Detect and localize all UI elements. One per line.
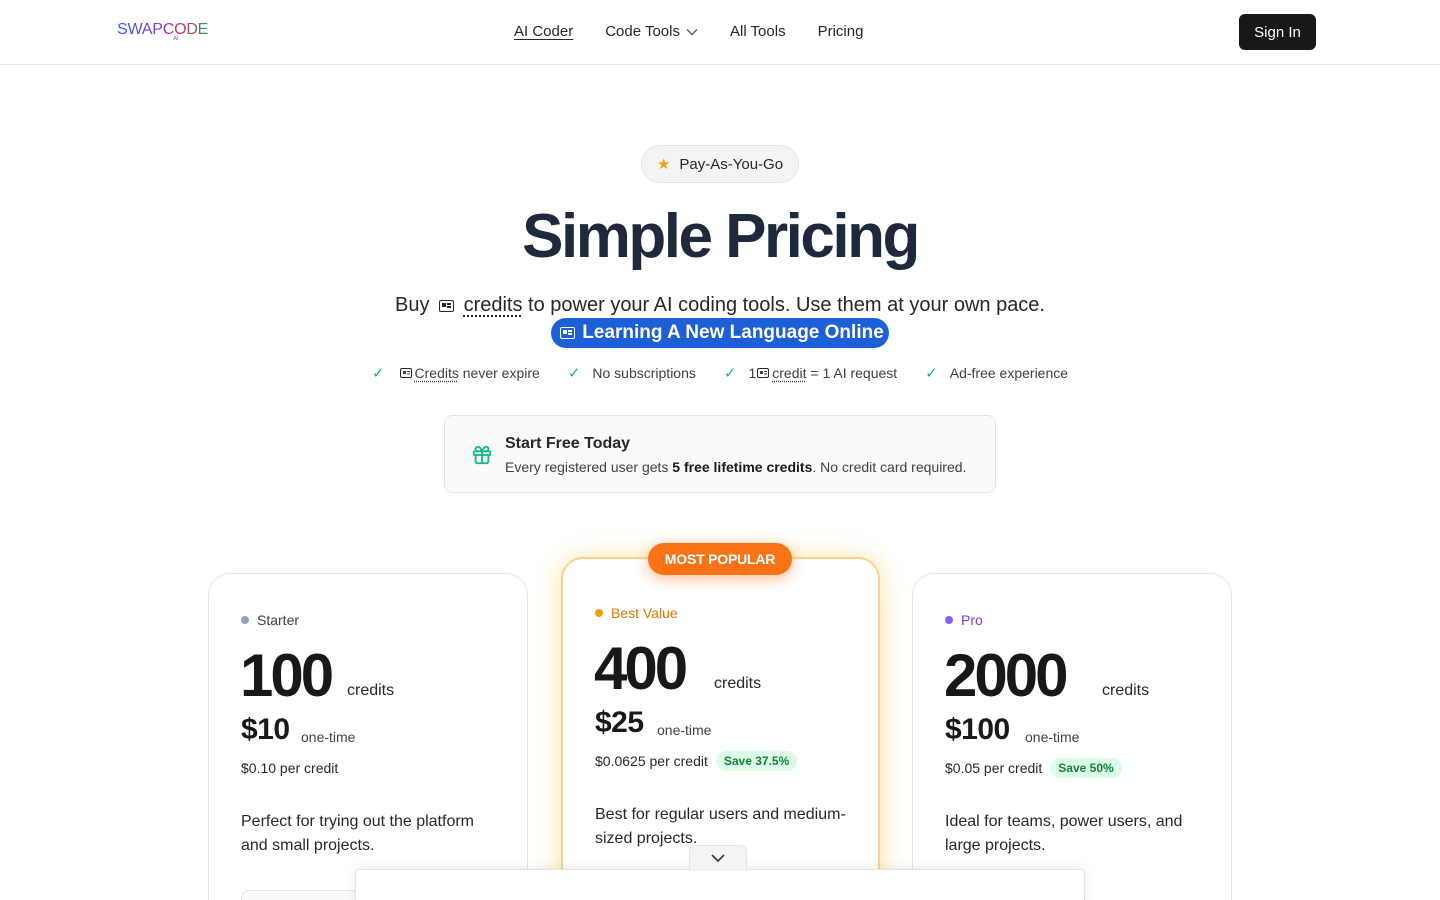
tier-dot [241, 616, 249, 624]
subtitle-rest: to power your AI coding tools. Use them … [528, 294, 1045, 316]
plan-credits-unit: credits [714, 675, 762, 692]
credit-ticket-icon [560, 327, 576, 339]
per-credit-text: $0.0625 per credit [595, 753, 708, 769]
page-title: Simple Pricing [522, 202, 920, 271]
star-icon: ★ [656, 156, 671, 173]
plan-description: Best for regular users and medium-sized … [595, 806, 846, 847]
plan-per-credit: $0.05 per credit Save 50% [945, 758, 1122, 778]
tier-dot [595, 609, 603, 617]
feature-list: ✓ Credits never expire ✓ No subscription… [0, 363, 1440, 383]
free-banner-text: Every registered user gets 5 free lifeti… [505, 459, 966, 475]
free-banner-text-after: . No credit card required. [812, 459, 967, 475]
learning-pill-label: Learning A New Language Online [582, 322, 884, 343]
logo-text: SWAPCODE [117, 19, 208, 41]
plan-description: Ideal for teams, power users, and large … [945, 813, 1183, 854]
feature-text: No subscriptions [592, 365, 696, 381]
plan-credits-unit: credits [347, 682, 395, 699]
drawer-toggle[interactable] [689, 845, 747, 871]
credits-link[interactable]: Credits [415, 365, 459, 381]
tier-label: Best Value [611, 605, 678, 621]
nav-code-tools[interactable]: Code Tools [605, 22, 698, 42]
chevron-down-icon [686, 22, 698, 42]
tier-label: Starter [257, 612, 300, 628]
feature-item: ✓ Ad-free experience [925, 363, 1068, 383]
chevron-down-icon [710, 850, 726, 868]
logo-sub: AI [173, 36, 179, 42]
tier-dot [945, 616, 953, 624]
feature-text: never expire [458, 365, 540, 381]
check-icon: ✓ [925, 365, 938, 382]
feature-item: ✓ 1 credit = 1 AI request [724, 363, 897, 383]
plan-price: $10 [241, 713, 290, 746]
most-popular-ribbon: MOST POPULAR [648, 543, 792, 575]
feature-prefix: 1 [748, 365, 757, 381]
save-badge: Save 37.5% [715, 751, 798, 771]
credit-ticket-icon [757, 368, 770, 378]
check-icon: ✓ [371, 365, 385, 382]
plan-tier: Best Value [595, 605, 678, 621]
subtitle-buy: Buy [394, 294, 430, 316]
plan-card-pro: Pro 2000 credits $100 one-time $0.05 per… [912, 573, 1232, 900]
plan-price: $25 [595, 706, 644, 739]
site-header: SWAPCODE AI AI Coder Code Tools All Tool… [0, 0, 1440, 65]
logo[interactable]: SWAPCODE AI [117, 19, 208, 45]
free-banner-highlight: 5 free lifetime credits [672, 459, 813, 475]
plan-price-note: one-time [657, 722, 712, 738]
per-credit-text: $0.05 per credit [945, 760, 1043, 776]
feature-text: Ad-free experience [949, 365, 1069, 381]
plan-price-note: one-time [301, 729, 356, 745]
plan-credits: 100 [240, 642, 334, 709]
free-credits-banner: Start Free Today Every registered user g… [444, 415, 996, 493]
check-icon: ✓ [567, 365, 581, 382]
feature-item: ✓ No subscriptions [568, 363, 696, 383]
nav-ai-coder[interactable]: AI Coder [514, 22, 573, 42]
gift-icon [471, 444, 493, 471]
credit-ticket-icon [399, 368, 412, 378]
main-nav: AI Coder Code Tools All Tools Pricing [514, 22, 895, 42]
plan-per-credit: $0.10 per credit [241, 760, 338, 776]
learning-pill[interactable]: Learning A New Language Online [551, 318, 889, 348]
plan-price-note: one-time [1025, 729, 1080, 745]
plan-credits: 400 [594, 635, 688, 702]
plan-tier: Starter [241, 612, 299, 628]
feature-item: ✓ Credits never expire [372, 363, 540, 383]
save-badge: Save 50% [1050, 758, 1122, 778]
nav-code-tools-label: Code Tools [605, 23, 680, 40]
credit-link[interactable]: credit [772, 365, 806, 381]
page-subtitle: Buy credits to power your AI coding tool… [0, 292, 1440, 318]
pay-as-you-go-badge: ★ Pay-As-You-Go [641, 145, 799, 183]
plan-price: $100 [945, 713, 1010, 746]
plan-description: Perfect for trying out the platform and … [241, 813, 474, 854]
credits-link[interactable]: credits [464, 294, 523, 316]
credit-ticket-icon [439, 300, 455, 312]
free-banner-text-before: Every registered user gets [505, 459, 673, 475]
bottom-drawer [355, 869, 1085, 900]
free-banner-title: Start Free Today [505, 435, 631, 452]
tier-label: Pro [961, 612, 983, 628]
plan-tier: Pro [945, 612, 983, 628]
feature-text: = 1 AI request [806, 365, 898, 381]
per-credit-text: $0.10 per credit [241, 760, 339, 776]
nav-pricing[interactable]: Pricing [818, 22, 864, 42]
sign-in-button[interactable]: Sign In [1239, 14, 1316, 50]
plan-per-credit: $0.0625 per credit Save 37.5% [595, 751, 798, 771]
plan-credits-unit: credits [1102, 682, 1150, 699]
badge-label: Pay-As-You-Go [679, 155, 784, 173]
plan-card-starter: Starter 100 credits $10 one-time $0.10 p… [208, 573, 528, 900]
check-icon: ✓ [723, 365, 737, 382]
plan-credits: 2000 [944, 642, 1068, 709]
nav-all-tools[interactable]: All Tools [730, 22, 786, 42]
